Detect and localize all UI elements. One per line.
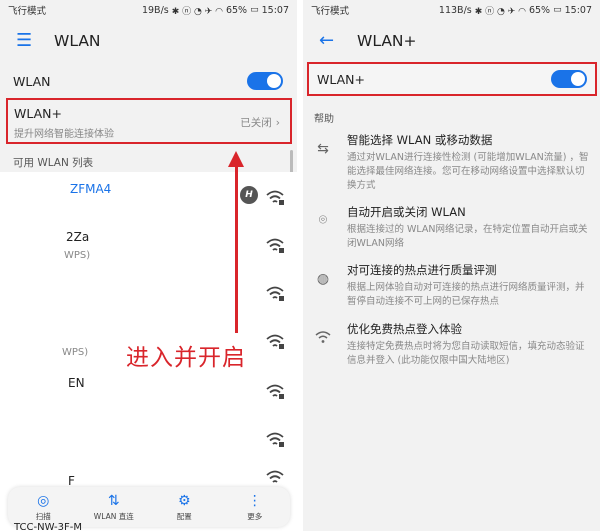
wifi-signal-icon (266, 470, 284, 483)
battery-icon: ▭ (250, 5, 259, 15)
wlan-label: WLAN (13, 73, 51, 89)
gear-icon: ⚙ (177, 493, 191, 509)
wifi-direct-icon: ⇅ (107, 493, 120, 509)
status-bar: 飞行模式 19B/s ✱ ⓝ ◔ ✈ ◠ 65% ▭ 15:07 (0, 0, 297, 20)
wifi-icon (315, 331, 331, 343)
help-header: 帮助 (314, 114, 334, 125)
app-bar: ☰ WLAN (0, 20, 297, 62)
wifi-signal-icon (266, 238, 284, 253)
wifi-signal-icon (266, 432, 284, 447)
wlan-toggle-row[interactable]: WLAN (0, 66, 297, 96)
network-name[interactable]: F (68, 474, 75, 488)
wlan-plus-state: 已关闭 (240, 117, 272, 129)
network-security: WPS) (62, 347, 89, 358)
wifi-signal-icon (266, 286, 284, 301)
status-icons: ✱ ⓝ ◔ ✈ ◠ (474, 6, 526, 17)
chevron-right-icon: › (275, 116, 280, 129)
nav-wifi-direct[interactable]: ⇅ WLAN 直连 (84, 492, 144, 522)
battery-percent: 65% (528, 4, 551, 16)
network-name: TCC-NW-3F-M (14, 522, 83, 531)
annotation-arrow-head (228, 151, 244, 167)
status-icons: ✱ ⓝ ◔ ✈ ◠ (171, 6, 223, 17)
feature-description: 根据上网体验自动对可连接的热点进行网络质量评测，并暂停自动连接不可上网的已保存热… (347, 282, 585, 307)
feature-title: 智能选择 WLAN 或移动数据 (347, 133, 493, 147)
wifi-signal-icon (266, 334, 284, 349)
network-speed: 19B/s (141, 4, 169, 16)
app-bar: ← WLAN+ (303, 20, 600, 62)
annotation-text: 进入并开启 (126, 345, 246, 371)
feature-item: 优化免费热点登入体验 连接特定免费热点时将为您自动读取短信，填充动态验证信息并登… (347, 321, 592, 368)
network-security: WPS) (64, 250, 91, 261)
hilink-icon: H (240, 186, 258, 204)
wlan-plus-switch[interactable] (551, 70, 587, 88)
feature-title: 优化免费热点登入体验 (347, 322, 462, 336)
network-speed: 113B/s (438, 4, 472, 16)
annotation-arrow-shaft (235, 163, 238, 333)
clock: 15:07 (564, 4, 592, 16)
wlan-settings-screen: 飞行模式 19B/s ✱ ⓝ ◔ ✈ ◠ 65% ▭ 15:07 ☰ WLAN … (0, 0, 297, 531)
back-arrow-icon[interactable]: ← (319, 32, 339, 50)
wlan-plus-toggle-row[interactable]: WLAN+ (307, 62, 597, 96)
page-title: WLAN+ (357, 32, 417, 50)
location-icon: ⌾ (318, 212, 328, 228)
feature-item: 自动开启或关闭 WLAN 根据连接过的 WLAN网络记录，在特定位置自动开启或关… (347, 204, 592, 251)
wlan-plus-row[interactable]: WLAN+ 提升网络智能连接体验 已关闭 › (6, 98, 292, 144)
switch-icon: ⇆ (317, 141, 329, 157)
feature-description: 通过对WLAN进行连接性检测 (可能增加WLAN流量) ，智能选择最佳网络连接。… (347, 152, 589, 191)
network-name[interactable]: EN (68, 376, 85, 390)
screenshot-root: 飞行模式 19B/s ✱ ⓝ ◔ ✈ ◠ 65% ▭ 15:07 ☰ WLAN … (0, 0, 600, 531)
airplane-mode-label: 飞行模式 (8, 6, 47, 17)
network-name[interactable]: 2Za (66, 230, 89, 244)
airplane-mode-label: 飞行模式 (311, 6, 350, 17)
network-name[interactable]: ZFMA4 (70, 182, 111, 196)
battery-percent: 65% (225, 4, 248, 16)
battery-icon: ▭ (553, 5, 562, 15)
globe-icon: ◍ (316, 271, 330, 287)
wlan-plus-label: WLAN+ (317, 71, 365, 87)
page-title: WLAN (54, 32, 101, 50)
feature-item: 智能选择 WLAN 或移动数据 通过对WLAN进行连接性检测 (可能增加WLAN… (347, 132, 592, 193)
status-bar: 飞行模式 113B/s ✱ ⓝ ◔ ✈ ◠ 65% ▭ 15:07 (303, 0, 600, 20)
wifi-signal-icon (266, 384, 284, 399)
wifi-signal-icon (266, 190, 284, 205)
more-icon: ⋮ (247, 493, 262, 509)
wlan-switch[interactable] (247, 72, 283, 90)
wlan-plus-screen: 飞行模式 113B/s ✱ ⓝ ◔ ✈ ◠ 65% ▭ 15:07 ← WLAN… (303, 0, 600, 531)
feature-title: 自动开启或关闭 WLAN (347, 205, 466, 219)
feature-title: 对可连接的热点进行质量评测 (347, 263, 497, 277)
menu-icon[interactable]: ☰ (16, 32, 36, 50)
scan-icon: ◎ (37, 493, 50, 509)
clock: 15:07 (261, 4, 289, 16)
feature-description: 连接特定免费热点时将为您自动读取短信，填充动态验证信息并登入 (此功能仅限中国大… (347, 341, 585, 366)
nav-scan[interactable]: ◎ 扫描 (13, 492, 73, 522)
nav-more[interactable]: ⋮ 更多 (225, 492, 285, 522)
feature-description: 根据连接过的 WLAN网络记录，在特定位置自动开启或关闭WLAN网络 (347, 224, 588, 249)
feature-item: 对可连接的热点进行质量评测 根据上网体验自动对可连接的热点进行网络质量评测，并暂… (347, 262, 592, 309)
available-networks-header: 可用 WLAN 列表 (13, 157, 94, 169)
bottom-navigation: ◎ 扫描 ⇅ WLAN 直连 ⚙ 配置 ⋮ 更多 (8, 487, 290, 527)
nav-config[interactable]: ⚙ 配置 (154, 492, 214, 522)
